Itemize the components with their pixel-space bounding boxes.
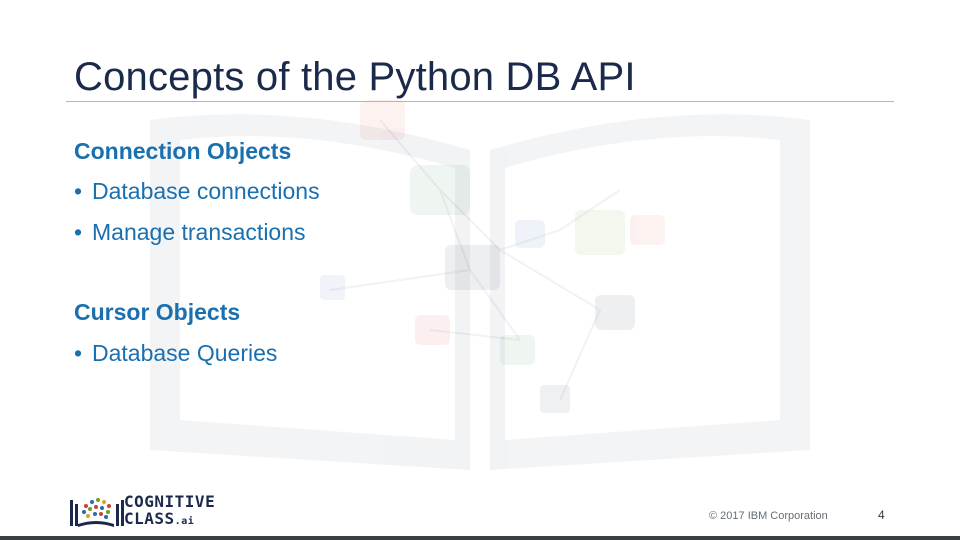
copyright-notice: © 2017 IBM Corporation <box>709 510 828 522</box>
slide-title: Concepts of the Python DB API <box>74 55 636 99</box>
bullet-icon: • <box>74 340 83 366</box>
logo-line-cognitive: COGNITIVE <box>124 492 216 511</box>
logo-wordmark: COGNITIVE CLASS.ai <box>124 493 215 530</box>
list-item: • Database Queries <box>74 340 277 367</box>
list-item-text: Manage transactions <box>92 219 306 245</box>
bottom-edge-bar <box>0 536 960 540</box>
list-item: • Database connections <box>74 178 320 205</box>
bullet-icon: • <box>74 219 83 245</box>
bullet-icon: • <box>74 178 83 204</box>
section-heading-connection-objects: Connection Objects <box>74 138 292 164</box>
section-heading-cursor-objects: Cursor Objects <box>74 299 241 325</box>
logo-line-class: CLASS.ai <box>124 510 215 530</box>
logo-ai-suffix: .ai <box>174 516 195 527</box>
slide: Concepts of the Python DB API Connection… <box>0 0 960 540</box>
title-divider <box>66 101 894 102</box>
page-number: 4 <box>878 508 885 522</box>
list-item-text: Database Queries <box>92 340 278 366</box>
logo-class-text: CLASS <box>124 509 175 528</box>
list-item: • Manage transactions <box>74 219 306 246</box>
list-item-text: Database connections <box>92 178 320 204</box>
